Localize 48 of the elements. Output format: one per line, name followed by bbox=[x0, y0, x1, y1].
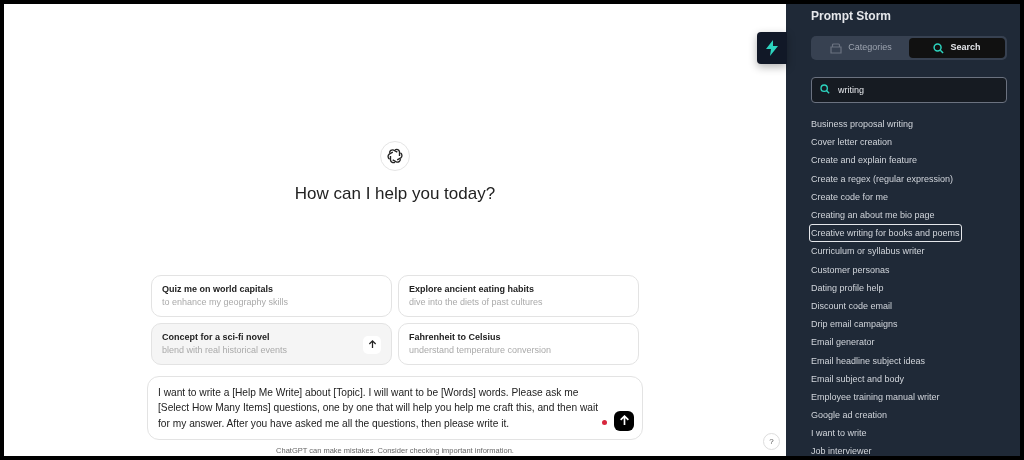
prompt-item[interactable]: Create and explain feature bbox=[809, 151, 920, 170]
arrow-up-icon bbox=[367, 340, 377, 349]
suggestion-subtitle: to enhance my geography skills bbox=[162, 297, 290, 309]
suggestion-title: Concept for a sci-fi novel bbox=[162, 331, 271, 344]
suggestion-title: Explore ancient eating habits bbox=[409, 283, 536, 296]
lightning-button[interactable] bbox=[757, 32, 787, 64]
suggestion-card[interactable]: Quiz me on world capitals to enhance my geography skills bbox=[151, 274, 392, 317]
prompt-item[interactable]: Discount code email bbox=[809, 296, 895, 316]
prompt-item[interactable]: Create code for me bbox=[809, 187, 891, 206]
prompt-item[interactable]: Email generator bbox=[809, 333, 877, 352]
prompt-item[interactable]: Google ad creation bbox=[809, 406, 890, 425]
prompt-item[interactable]: Creative writing for books and poems bbox=[809, 224, 962, 243]
prompt-item[interactable]: Dating profile help bbox=[809, 278, 886, 297]
prompt-item[interactable]: Create a regex (regular expression) bbox=[809, 169, 956, 188]
prompt-item[interactable]: Customer personas bbox=[809, 260, 892, 279]
prompt-item[interactable]: Business proposal writing bbox=[809, 115, 916, 134]
suggestion-subtitle: understand temperature conversion bbox=[409, 345, 553, 357]
lightning-icon bbox=[766, 40, 778, 56]
prompt-item[interactable]: Cover letter creation bbox=[809, 133, 895, 152]
suggestion-card[interactable]: Fahrenheit to Celsius understand temperature conversion bbox=[398, 322, 639, 365]
send-suggestion-button[interactable] bbox=[363, 335, 381, 354]
prompt-item[interactable]: Drip email campaigns bbox=[809, 315, 900, 334]
prompt-item[interactable]: Creating an about me bio page bbox=[809, 205, 937, 225]
suggestion-title: Fahrenheit to Celsius bbox=[409, 331, 502, 344]
prompt-item[interactable]: Curriculum or syllabus writer bbox=[809, 242, 927, 261]
suggestion-title: Quiz me on world capitals bbox=[162, 283, 275, 296]
message-input[interactable] bbox=[147, 375, 643, 440]
send-button[interactable] bbox=[614, 410, 634, 431]
tab[interactable]: Categories bbox=[813, 38, 909, 58]
suggestion-card[interactable]: Explore ancient eating habits dive into the diets of past cultures bbox=[398, 274, 639, 317]
prompt-item[interactable]: Email subject and body bbox=[809, 369, 907, 388]
tab[interactable]: Search bbox=[909, 38, 1005, 58]
box-icon bbox=[830, 42, 843, 54]
prompt-item[interactable]: Email headline subject ideas bbox=[809, 351, 928, 370]
prompt-item[interactable]: Job interviewer bbox=[809, 442, 874, 460]
help-button[interactable]: ? bbox=[763, 433, 780, 450]
prompt-item[interactable]: Employee training manual writer bbox=[809, 387, 942, 406]
heading: How can I help you today? bbox=[294, 183, 496, 205]
search-icon bbox=[933, 42, 945, 54]
prompt-item[interactable]: I want to write bbox=[809, 424, 869, 443]
message-text: I want to write a [Help Me Write] about [Topic]. I will want to be [Words] words. Please ask me [Select How Many Items] questions, one by one that will help you help me craft this, and then wait for my answer. After you have asked me all the questions, then please write it. bbox=[158, 385, 599, 432]
arrow-up-icon bbox=[618, 415, 630, 426]
suggestion-subtitle: blend with real historical events bbox=[162, 345, 289, 357]
suggestion-card[interactable]: Concept for a sci-fi novel blend with real historical events bbox=[151, 322, 392, 365]
panel-title: Prompt Storm bbox=[811, 8, 892, 25]
suggestion-subtitle: dive into the diets of past cultures bbox=[409, 297, 544, 309]
recording-dot-icon bbox=[602, 419, 607, 425]
search-field[interactable]: writing bbox=[811, 77, 1007, 103]
